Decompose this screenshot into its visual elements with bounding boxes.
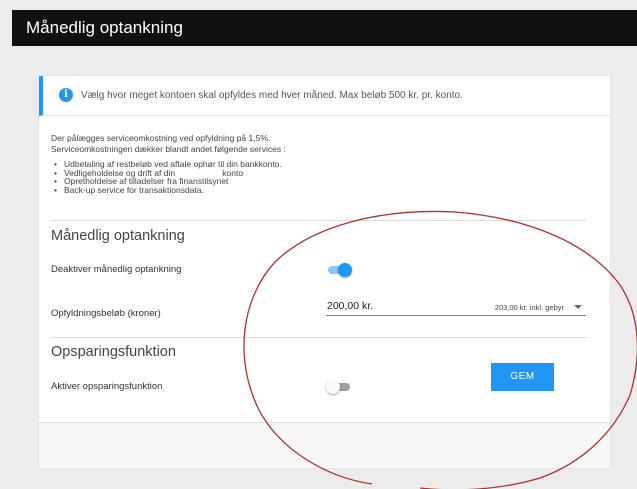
monthly-section-title: Månedlig optankning: [51, 228, 185, 244]
deactivate-monthly-toggle[interactable]: [326, 262, 352, 278]
chevron-down-icon[interactable]: [574, 305, 582, 309]
description-line-2: Serviceomkostningen dækker blandt andet …: [51, 144, 286, 154]
activate-savings-toggle[interactable]: [326, 379, 352, 395]
card-footer: [39, 422, 610, 468]
settings-card: i Vælg hvor meget kontoen skal opfyldes …: [39, 76, 610, 468]
activate-savings-label: Aktiver opsparingsfunktion: [51, 381, 163, 392]
save-button[interactable]: GEM: [491, 363, 554, 391]
divider: [51, 220, 587, 221]
divider: [51, 337, 587, 338]
amount-select[interactable]: 200,00 kr. 203,00 kr. inkl. gebyr: [326, 298, 586, 316]
amount-value: 200,00 kr.: [327, 300, 374, 312]
service-description: Der pålægges serviceomkostning ved opfyl…: [51, 133, 286, 194]
amount-fee-note: 203,00 kr. inkl. gebyr: [494, 303, 564, 312]
deactivate-monthly-label: Deaktiver månedlig optankning: [51, 264, 182, 275]
page-title: Månedlig optankning: [26, 18, 183, 37]
service-list: Udbetaling af restbeløb ved aftale ophør…: [51, 160, 286, 194]
info-icon: i: [59, 88, 73, 102]
description-line-1: Der pålægges serviceomkostning ved opfyl…: [51, 133, 271, 143]
info-text: Vælg hvor meget kontoen skal opfyldes me…: [81, 90, 463, 101]
amount-label: Opfyldningsbeløb (kroner): [51, 308, 161, 319]
page-title-bar: Månedlig optankning: [12, 10, 637, 46]
savings-section-title: Opsparingsfunktion: [51, 344, 176, 360]
toggle-thumb: [326, 380, 340, 394]
service-list-item: Back-up service for transaktionsdata.: [51, 185, 286, 195]
toggle-thumb: [338, 263, 352, 277]
info-banner: i Vælg hvor meget kontoen skal opfyldes …: [39, 76, 610, 116]
